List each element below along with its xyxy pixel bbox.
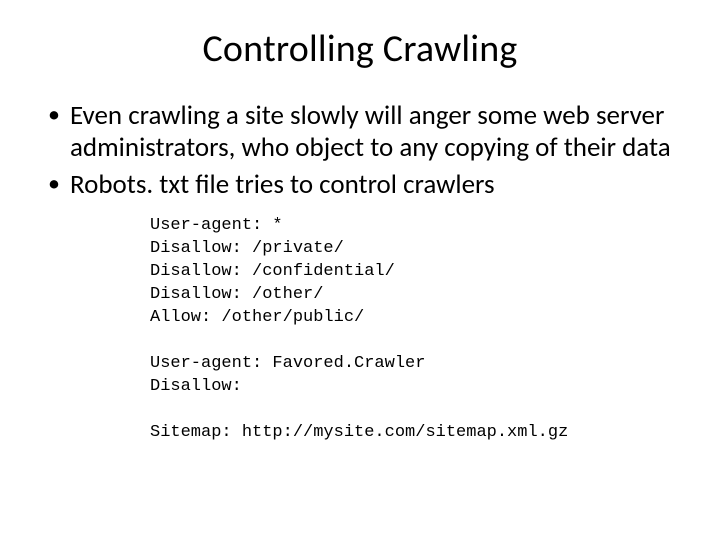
bullet-item: Robots. txt file tries to control crawle… [44,169,680,201]
bullet-list: Even crawling a site slowly will anger s… [44,100,680,201]
slide: Controlling Crawling Even crawling a sit… [0,0,720,540]
bullet-item: Even crawling a site slowly will anger s… [44,100,680,165]
slide-title: Controlling Crawling [40,26,680,72]
robots-txt-code: User-agent: * Disallow: /private/ Disall… [150,215,680,444]
